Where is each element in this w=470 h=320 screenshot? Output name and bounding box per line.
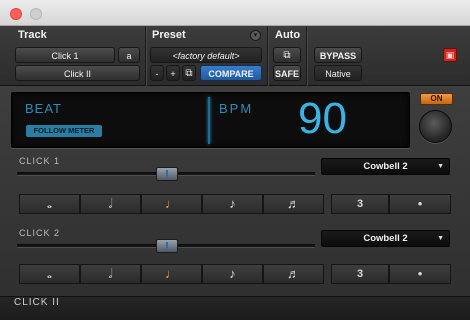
preset-next-button[interactable]: + [166,65,180,81]
click-2-sound-selector[interactable]: Cowbell 2 ▼ [321,230,450,247]
click-1-sound-label: Cowbell 2 [363,161,408,172]
track-name-selector[interactable]: Click 1 [15,47,115,63]
plugin-name: CLICK II [14,297,60,308]
tempo-knob[interactable] [419,110,452,143]
click-1-triplet-button[interactable]: 3 [331,194,389,214]
click-2-dotted-button[interactable]: • [389,264,451,284]
target-icon[interactable]: ▣ [443,48,457,62]
click-2-eighth-note-button[interactable]: ♪ [202,264,263,284]
track-insert-selector[interactable]: a [118,47,140,63]
click-2-triplet-button[interactable]: 3 [331,264,389,284]
bpm-label: BPM [219,101,254,116]
click-1-note-row: 𝅝 𝅗𝅥 ♩ ♪ ♬ 3 • [19,194,451,214]
click-2-slider-thumb[interactable] [156,239,178,253]
click-2-half-note-button[interactable]: 𝅗𝅥 [80,264,141,284]
click-1-half-note-button[interactable]: 𝅗𝅥 [80,194,141,214]
preset-previous-button[interactable]: - [150,65,164,81]
click-2-sixteenth-note-button[interactable]: ♬ [263,264,324,284]
bypass-button[interactable]: BYPASS [314,47,362,63]
auto-label: Auto [275,29,301,41]
bpm-value[interactable]: 90 [298,95,347,143]
compare-button[interactable]: COMPARE [200,65,262,81]
plugin-insert-selector[interactable]: Click II [15,65,140,81]
click-1-label: CLICK 1 [19,156,61,166]
plugin-body: BEAT FOLLOW METER BPM 90 ON CLICK 1 Cowb… [0,86,470,320]
dropdown-arrow-icon: ▼ [437,235,444,242]
click-2-sound-label: Cowbell 2 [363,233,408,244]
window-close-button[interactable] [10,8,22,20]
plugin-footer: CLICK II [0,296,470,320]
click-1-eighth-note-button[interactable]: ♪ [202,194,263,214]
click-1-slider-thumb[interactable] [156,167,178,181]
safe-button[interactable]: SAFE [273,65,301,81]
plugin-header: Track Click 1 a Click II Preset ▾ <facto… [0,26,470,86]
click-1-sixteenth-note-button[interactable]: ♬ [263,194,324,214]
follow-meter-button[interactable]: FOLLOW METER [26,125,102,137]
header-divider [306,26,307,86]
window-titlebar [0,0,470,26]
click-1-whole-note-button[interactable]: 𝅝 [19,194,80,214]
header-divider [145,26,146,86]
preset-selector[interactable]: <factory default> [150,47,262,63]
native-button[interactable]: Native [314,65,362,81]
display-divider [208,97,210,144]
click-1-sound-selector[interactable]: Cowbell 2 ▼ [321,158,450,175]
on-button[interactable]: ON [420,93,453,105]
header-divider [267,26,268,86]
beat-label: BEAT [25,101,62,116]
preset-label: Preset [152,29,186,41]
tempo-display: BEAT FOLLOW METER BPM 90 [11,92,410,148]
automation-icon[interactable]: ⧉ [273,47,301,63]
copy-settings-icon[interactable]: ⧉ [182,65,196,81]
window-minimize-button[interactable] [30,8,42,20]
click-2-section: CLICK 2 Cowbell 2 ▼ 𝅝 𝅗𝅥 ♩ ♪ ♬ 3 • [11,226,459,292]
click-2-whole-note-button[interactable]: 𝅝 [19,264,80,284]
track-label: Track [18,29,47,41]
preset-menu-icon[interactable]: ▾ [250,30,261,41]
dropdown-arrow-icon: ▼ [437,163,444,170]
click-2-label: CLICK 2 [19,228,61,238]
click-1-section: CLICK 1 Cowbell 2 ▼ 𝅝 𝅗𝅥 ♩ ♪ ♬ 3 • [11,154,459,220]
click-2-quarter-note-button[interactable]: ♩ [141,264,202,284]
click-1-dotted-button[interactable]: • [389,194,451,214]
click-2-note-row: 𝅝 𝅗𝅥 ♩ ♪ ♬ 3 • [19,264,451,284]
click-1-quarter-note-button[interactable]: ♩ [141,194,202,214]
